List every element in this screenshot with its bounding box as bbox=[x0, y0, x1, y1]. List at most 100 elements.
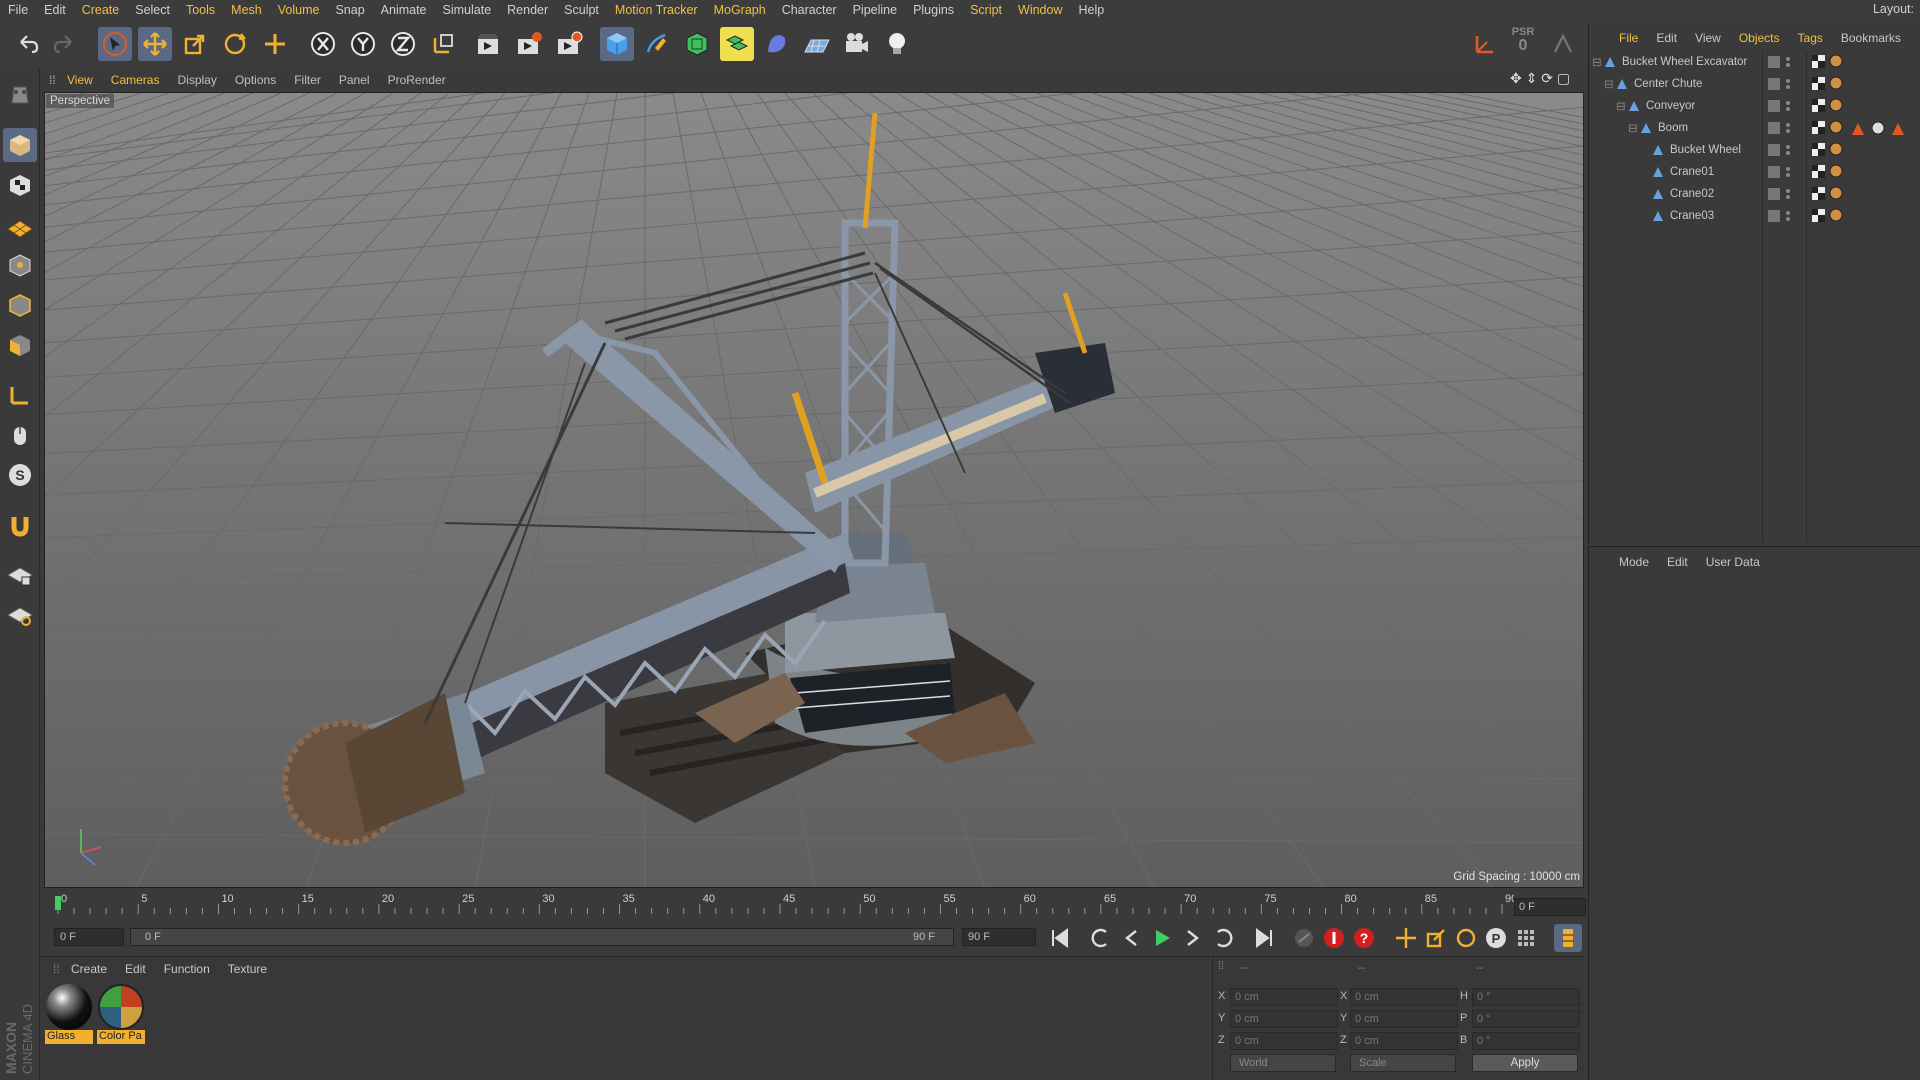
material-menu-function[interactable]: Function bbox=[155, 962, 219, 976]
undo-icon[interactable] bbox=[10, 27, 44, 61]
next-frame-icon[interactable] bbox=[1178, 924, 1206, 952]
render-view-icon[interactable] bbox=[472, 27, 506, 61]
object-tags[interactable] bbox=[1810, 52, 1920, 228]
menu-select[interactable]: Select bbox=[127, 3, 178, 17]
object-row[interactable]: Crane02 bbox=[1590, 184, 1714, 204]
menu-simulate[interactable]: Simulate bbox=[435, 3, 500, 17]
viewport-menu-view[interactable]: View bbox=[58, 73, 102, 87]
autokey-icon[interactable]: ? bbox=[1350, 924, 1378, 952]
viewport-grip-icon[interactable]: ⁞⁞ bbox=[40, 73, 58, 87]
object-row[interactable]: Bucket Wheel bbox=[1590, 140, 1741, 160]
add-icon[interactable] bbox=[258, 27, 292, 61]
prev-frame-icon[interactable] bbox=[1118, 924, 1146, 952]
position-y-field[interactable]: 0 cm bbox=[1230, 1010, 1338, 1028]
apply-button[interactable]: Apply bbox=[1472, 1054, 1578, 1072]
world-coord-icon[interactable] bbox=[426, 27, 460, 61]
menu-character[interactable]: Character bbox=[774, 3, 845, 17]
size-z-field[interactable]: 0 cm bbox=[1350, 1032, 1458, 1050]
light-icon[interactable] bbox=[880, 27, 914, 61]
z-axis-icon[interactable] bbox=[386, 27, 420, 61]
viewport-menu-prorender[interactable]: ProRender bbox=[379, 73, 455, 87]
make-editable-icon[interactable] bbox=[3, 78, 37, 112]
menu-window[interactable]: Window bbox=[1010, 3, 1070, 17]
material-grip-icon[interactable]: ⁞⁞ bbox=[44, 962, 62, 976]
render-picture-viewer-icon[interactable] bbox=[512, 27, 546, 61]
move-icon[interactable] bbox=[138, 27, 172, 61]
rotation-p-field[interactable]: 0 ° bbox=[1472, 1010, 1580, 1028]
subdivision-icon[interactable] bbox=[680, 27, 714, 61]
coord-mode-dropdown[interactable]: World bbox=[1230, 1054, 1336, 1072]
next-key-icon[interactable] bbox=[1208, 924, 1236, 952]
rotation-b-field[interactable]: 0 ° bbox=[1472, 1032, 1580, 1050]
key-rotation-icon[interactable] bbox=[1452, 924, 1480, 952]
deformer-icon[interactable] bbox=[760, 27, 794, 61]
camera-icon[interactable] bbox=[840, 27, 874, 61]
menu-edit[interactable]: Edit bbox=[36, 3, 74, 17]
preview-range-slider[interactable]: 0 F 90 F bbox=[130, 928, 954, 946]
attr-menu-user-data[interactable]: User Data bbox=[1697, 555, 1769, 569]
collapse-icon[interactable]: ⊟ bbox=[1592, 55, 1604, 69]
menu-snap[interactable]: Snap bbox=[327, 3, 372, 17]
object-row[interactable]: Crane03 bbox=[1590, 206, 1714, 226]
coord-grip-icon[interactable]: ⁞⁞ bbox=[1218, 960, 1224, 972]
axis-mode-icon[interactable] bbox=[3, 378, 37, 412]
attr-menu-edit[interactable]: Edit bbox=[1658, 555, 1697, 569]
select-arrow-icon[interactable] bbox=[98, 27, 132, 61]
prev-key-icon[interactable] bbox=[1088, 924, 1116, 952]
menu-pipeline[interactable]: Pipeline bbox=[845, 3, 905, 17]
viewport-menu-cameras[interactable]: Cameras bbox=[102, 73, 169, 87]
lock-workplane-icon[interactable] bbox=[3, 558, 37, 592]
menu-create[interactable]: Create bbox=[74, 3, 128, 17]
material-swatch-glass[interactable]: Glass bbox=[45, 984, 93, 1044]
object-row[interactable]: ⊟ Boom bbox=[1590, 118, 1688, 138]
viewport-camera-label[interactable]: Perspective bbox=[46, 94, 115, 108]
start-frame-field[interactable]: 0 F bbox=[54, 928, 124, 946]
menu-volume[interactable]: Volume bbox=[270, 3, 328, 17]
material-menu-edit[interactable]: Edit bbox=[116, 962, 155, 976]
menu-render[interactable]: Render bbox=[499, 3, 556, 17]
pen-icon[interactable] bbox=[640, 27, 674, 61]
viewport-menu-panel[interactable]: Panel bbox=[330, 73, 379, 87]
planar-workplane-icon[interactable] bbox=[3, 598, 37, 632]
om-menu-edit[interactable]: Edit bbox=[1647, 31, 1686, 45]
om-menu-tags[interactable]: Tags bbox=[1789, 31, 1832, 45]
key-parameter-icon[interactable]: P bbox=[1482, 924, 1510, 952]
key-scale-icon[interactable] bbox=[1422, 924, 1450, 952]
viewport-menu-display[interactable]: Display bbox=[168, 73, 225, 87]
end-frame-field[interactable]: 90 F bbox=[962, 928, 1036, 946]
menu-animate[interactable]: Animate bbox=[373, 3, 435, 17]
snap-icon[interactable] bbox=[1546, 27, 1580, 61]
viewport-3d[interactable] bbox=[44, 92, 1584, 888]
tweak-mode-icon[interactable] bbox=[3, 418, 37, 452]
om-menu-file[interactable]: File bbox=[1610, 31, 1647, 45]
position-z-field[interactable]: 0 cm bbox=[1230, 1032, 1338, 1050]
magnet-icon[interactable] bbox=[3, 508, 37, 542]
material-menu-texture[interactable]: Texture bbox=[219, 962, 276, 976]
coordinate-system-icon[interactable] bbox=[1468, 27, 1502, 61]
visibility-dots[interactable] bbox=[1766, 52, 1800, 228]
object-row[interactable]: ⊟ Bucket Wheel Excavator bbox=[1590, 52, 1747, 72]
redo-icon[interactable] bbox=[48, 27, 82, 61]
viewport-menu-options[interactable]: Options bbox=[226, 73, 285, 87]
viewport-nav-icons[interactable]: ✥ ⇕ ⟳ ▢ bbox=[1510, 70, 1570, 87]
menu-script[interactable]: Script bbox=[962, 3, 1010, 17]
object-row[interactable]: ⊟ Conveyor bbox=[1590, 96, 1695, 116]
rotation-h-field[interactable]: 0 ° bbox=[1472, 988, 1580, 1006]
layout-label[interactable]: Layout: bbox=[1873, 2, 1914, 16]
polygons-mode-icon[interactable] bbox=[3, 328, 37, 362]
timeline-ruler[interactable]: 0 5 10 15 20 25 30 35 40 45 50 55 60 65 70 75 80 85 90 bbox=[44, 890, 1584, 920]
y-axis-icon[interactable] bbox=[346, 27, 380, 61]
size-y-field[interactable]: 0 cm bbox=[1350, 1010, 1458, 1028]
om-menu-view[interactable]: View bbox=[1686, 31, 1730, 45]
motion-record-icon[interactable] bbox=[1290, 924, 1318, 952]
texture-mode-icon[interactable] bbox=[3, 168, 37, 202]
size-x-field[interactable]: 0 cm bbox=[1350, 988, 1458, 1006]
snapping-icon[interactable]: S bbox=[3, 458, 37, 492]
menu-mograph[interactable]: MoGraph bbox=[706, 3, 774, 17]
key-position-icon[interactable] bbox=[1392, 924, 1420, 952]
menu-plugins[interactable]: Plugins bbox=[905, 3, 962, 17]
menu-file[interactable]: File bbox=[0, 3, 36, 17]
model-mode-icon[interactable] bbox=[3, 128, 37, 162]
scale-icon[interactable] bbox=[178, 27, 212, 61]
om-menu-bookmarks[interactable]: Bookmarks bbox=[1832, 31, 1910, 45]
